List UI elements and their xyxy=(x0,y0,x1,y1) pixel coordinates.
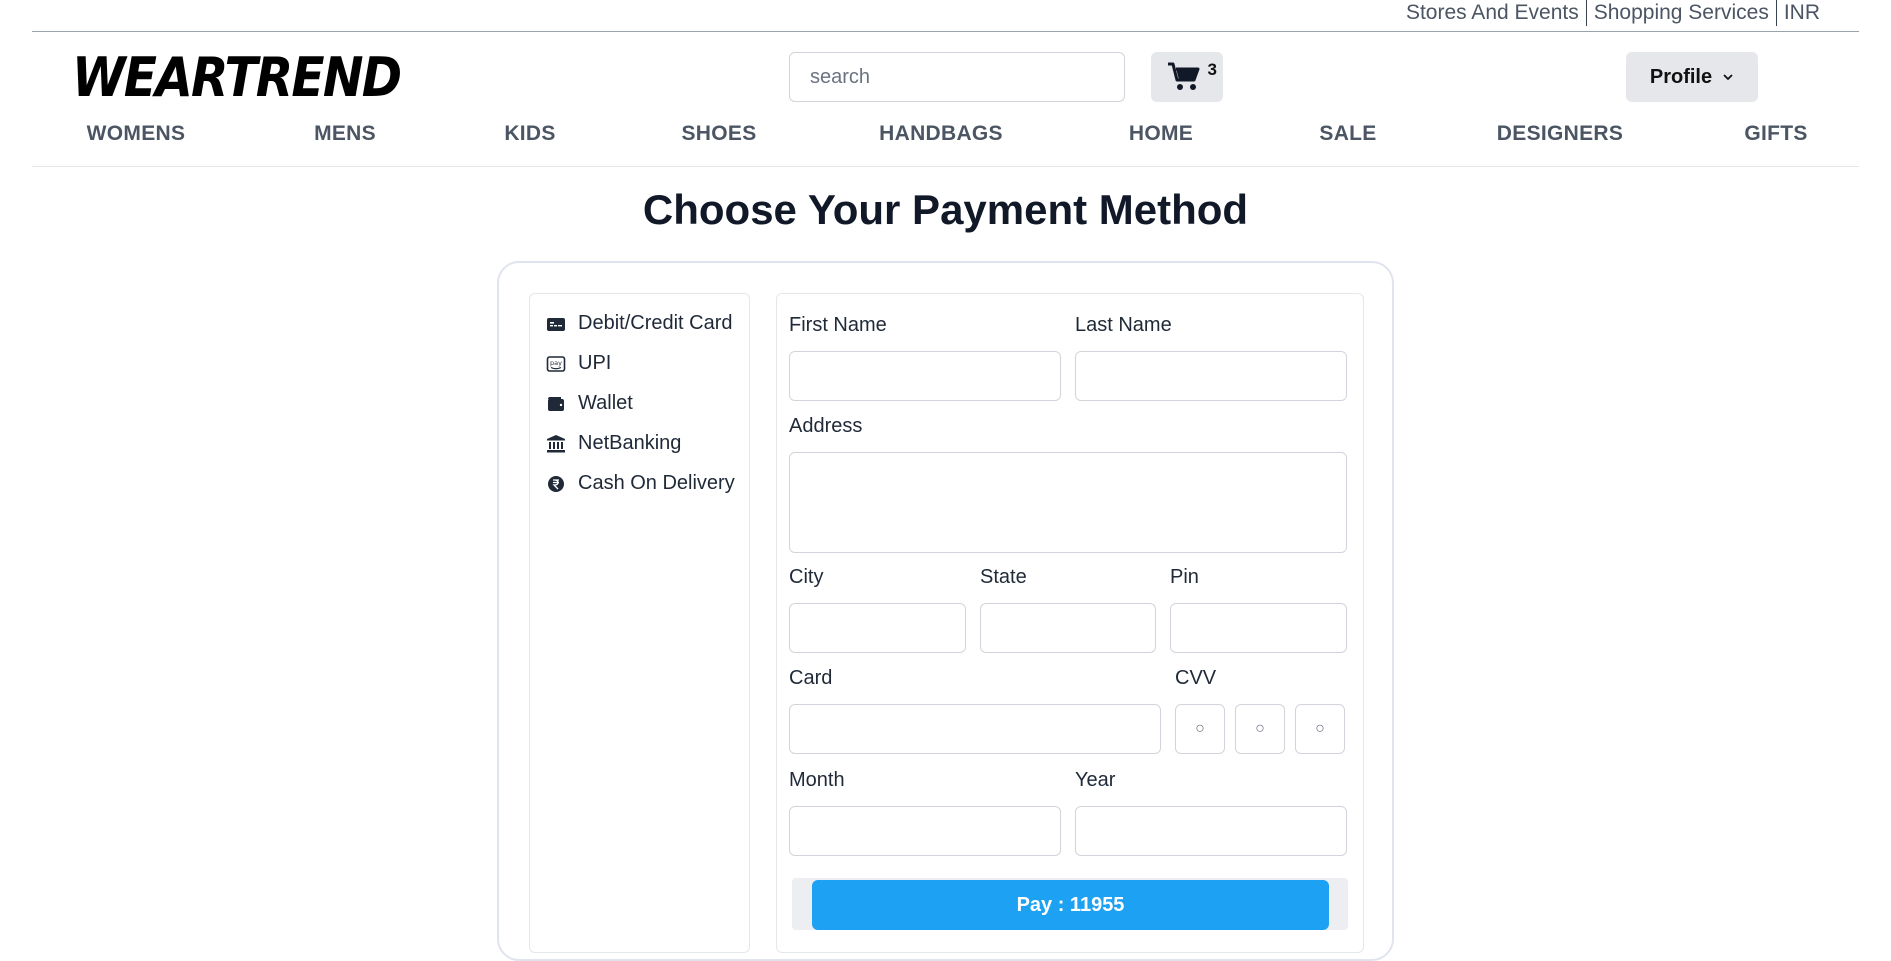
nav-item-handbags[interactable]: HANDBAGS xyxy=(879,122,1003,146)
cvv-digit-1[interactable]: ○ xyxy=(1175,704,1225,754)
nav-item-mens[interactable]: MENS xyxy=(314,122,376,146)
city-label: City xyxy=(789,566,824,588)
method-label: Wallet xyxy=(578,392,633,414)
method-label: UPI xyxy=(578,352,612,374)
method-upi[interactable]: pay UPI xyxy=(546,352,611,375)
year-label: Year xyxy=(1075,769,1116,791)
method-debit-credit-card[interactable]: Debit/Credit Card xyxy=(546,312,733,335)
stores-and-events-link[interactable]: Stores And Events xyxy=(1399,0,1586,26)
wallet-icon xyxy=(548,396,564,411)
brand-logo[interactable]: WEARTREND xyxy=(72,46,402,109)
profile-label: Profile xyxy=(1649,65,1713,88)
last-name-label: Last Name xyxy=(1075,314,1172,336)
payment-methods-list: Debit/Credit Card pay UPI Wallet NetBank… xyxy=(529,293,750,953)
nav-item-womens[interactable]: WOMENS xyxy=(87,122,186,146)
cart-button[interactable]: 3 xyxy=(1151,52,1223,102)
nav-item-designers[interactable]: DESIGNERS xyxy=(1497,122,1623,146)
first-name-label: First Name xyxy=(789,314,887,336)
method-netbanking[interactable]: NetBanking xyxy=(546,432,681,455)
state-input[interactable] xyxy=(980,603,1156,653)
method-label: Cash On Delivery xyxy=(578,472,735,494)
month-label: Month xyxy=(789,769,845,791)
top-divider xyxy=(32,31,1859,32)
svg-text:pay: pay xyxy=(550,359,562,367)
method-label: NetBanking xyxy=(578,432,682,454)
rupee-icon xyxy=(548,475,564,492)
year-input[interactable] xyxy=(1075,806,1347,856)
pin-input[interactable] xyxy=(1170,603,1347,653)
cart-count-badge: 3 xyxy=(1207,60,1217,79)
cvv-digit-2[interactable]: ○ xyxy=(1235,704,1285,754)
page-title: Choose Your Payment Method xyxy=(642,186,1249,233)
month-input[interactable] xyxy=(789,806,1061,856)
card-number-input[interactable] xyxy=(789,704,1161,754)
method-cash-on-delivery[interactable]: Cash On Delivery xyxy=(546,472,735,495)
pin-label: Pin xyxy=(1170,566,1199,588)
nav-item-home[interactable]: HOME xyxy=(1129,122,1193,146)
state-label: State xyxy=(980,566,1027,588)
nav-item-sale[interactable]: SALE xyxy=(1319,122,1376,146)
profile-dropdown-button[interactable]: Profile xyxy=(1626,52,1758,102)
nav-divider xyxy=(32,166,1859,167)
first-name-input[interactable] xyxy=(789,351,1061,401)
method-wallet[interactable]: Wallet xyxy=(546,392,633,415)
address-label: Address xyxy=(789,415,863,437)
city-input[interactable] xyxy=(789,603,966,653)
shopping-services-link[interactable]: Shopping Services xyxy=(1587,0,1776,26)
upi-pay-icon: pay xyxy=(546,355,566,372)
last-name-input[interactable] xyxy=(1075,351,1347,401)
cvv-digit-3[interactable]: ○ xyxy=(1295,704,1345,754)
nav-item-shoes[interactable]: SHOES xyxy=(681,122,756,146)
chevron-down-icon xyxy=(1723,74,1733,81)
currency-link[interactable]: INR xyxy=(1777,0,1827,26)
credit-card-icon xyxy=(547,317,565,331)
nav-item-kids[interactable]: KIDS xyxy=(504,122,555,146)
nav-item-gifts[interactable]: GIFTS xyxy=(1744,122,1807,146)
method-label: Debit/Credit Card xyxy=(578,312,733,334)
shopping-cart-icon xyxy=(1168,62,1200,90)
bank-icon xyxy=(547,434,565,452)
main-nav: WOMENS MENS KIDS SHOES HANDBAGS HOME SAL… xyxy=(32,118,1859,168)
utility-links: Stores And Events Shopping Services INR xyxy=(1399,0,1827,26)
pay-button[interactable]: Pay : 11955 xyxy=(812,880,1329,930)
search-input[interactable] xyxy=(789,52,1125,102)
cvv-label: CVV xyxy=(1175,667,1217,689)
address-textarea[interactable] xyxy=(789,452,1347,553)
card-label: Card xyxy=(789,667,833,689)
